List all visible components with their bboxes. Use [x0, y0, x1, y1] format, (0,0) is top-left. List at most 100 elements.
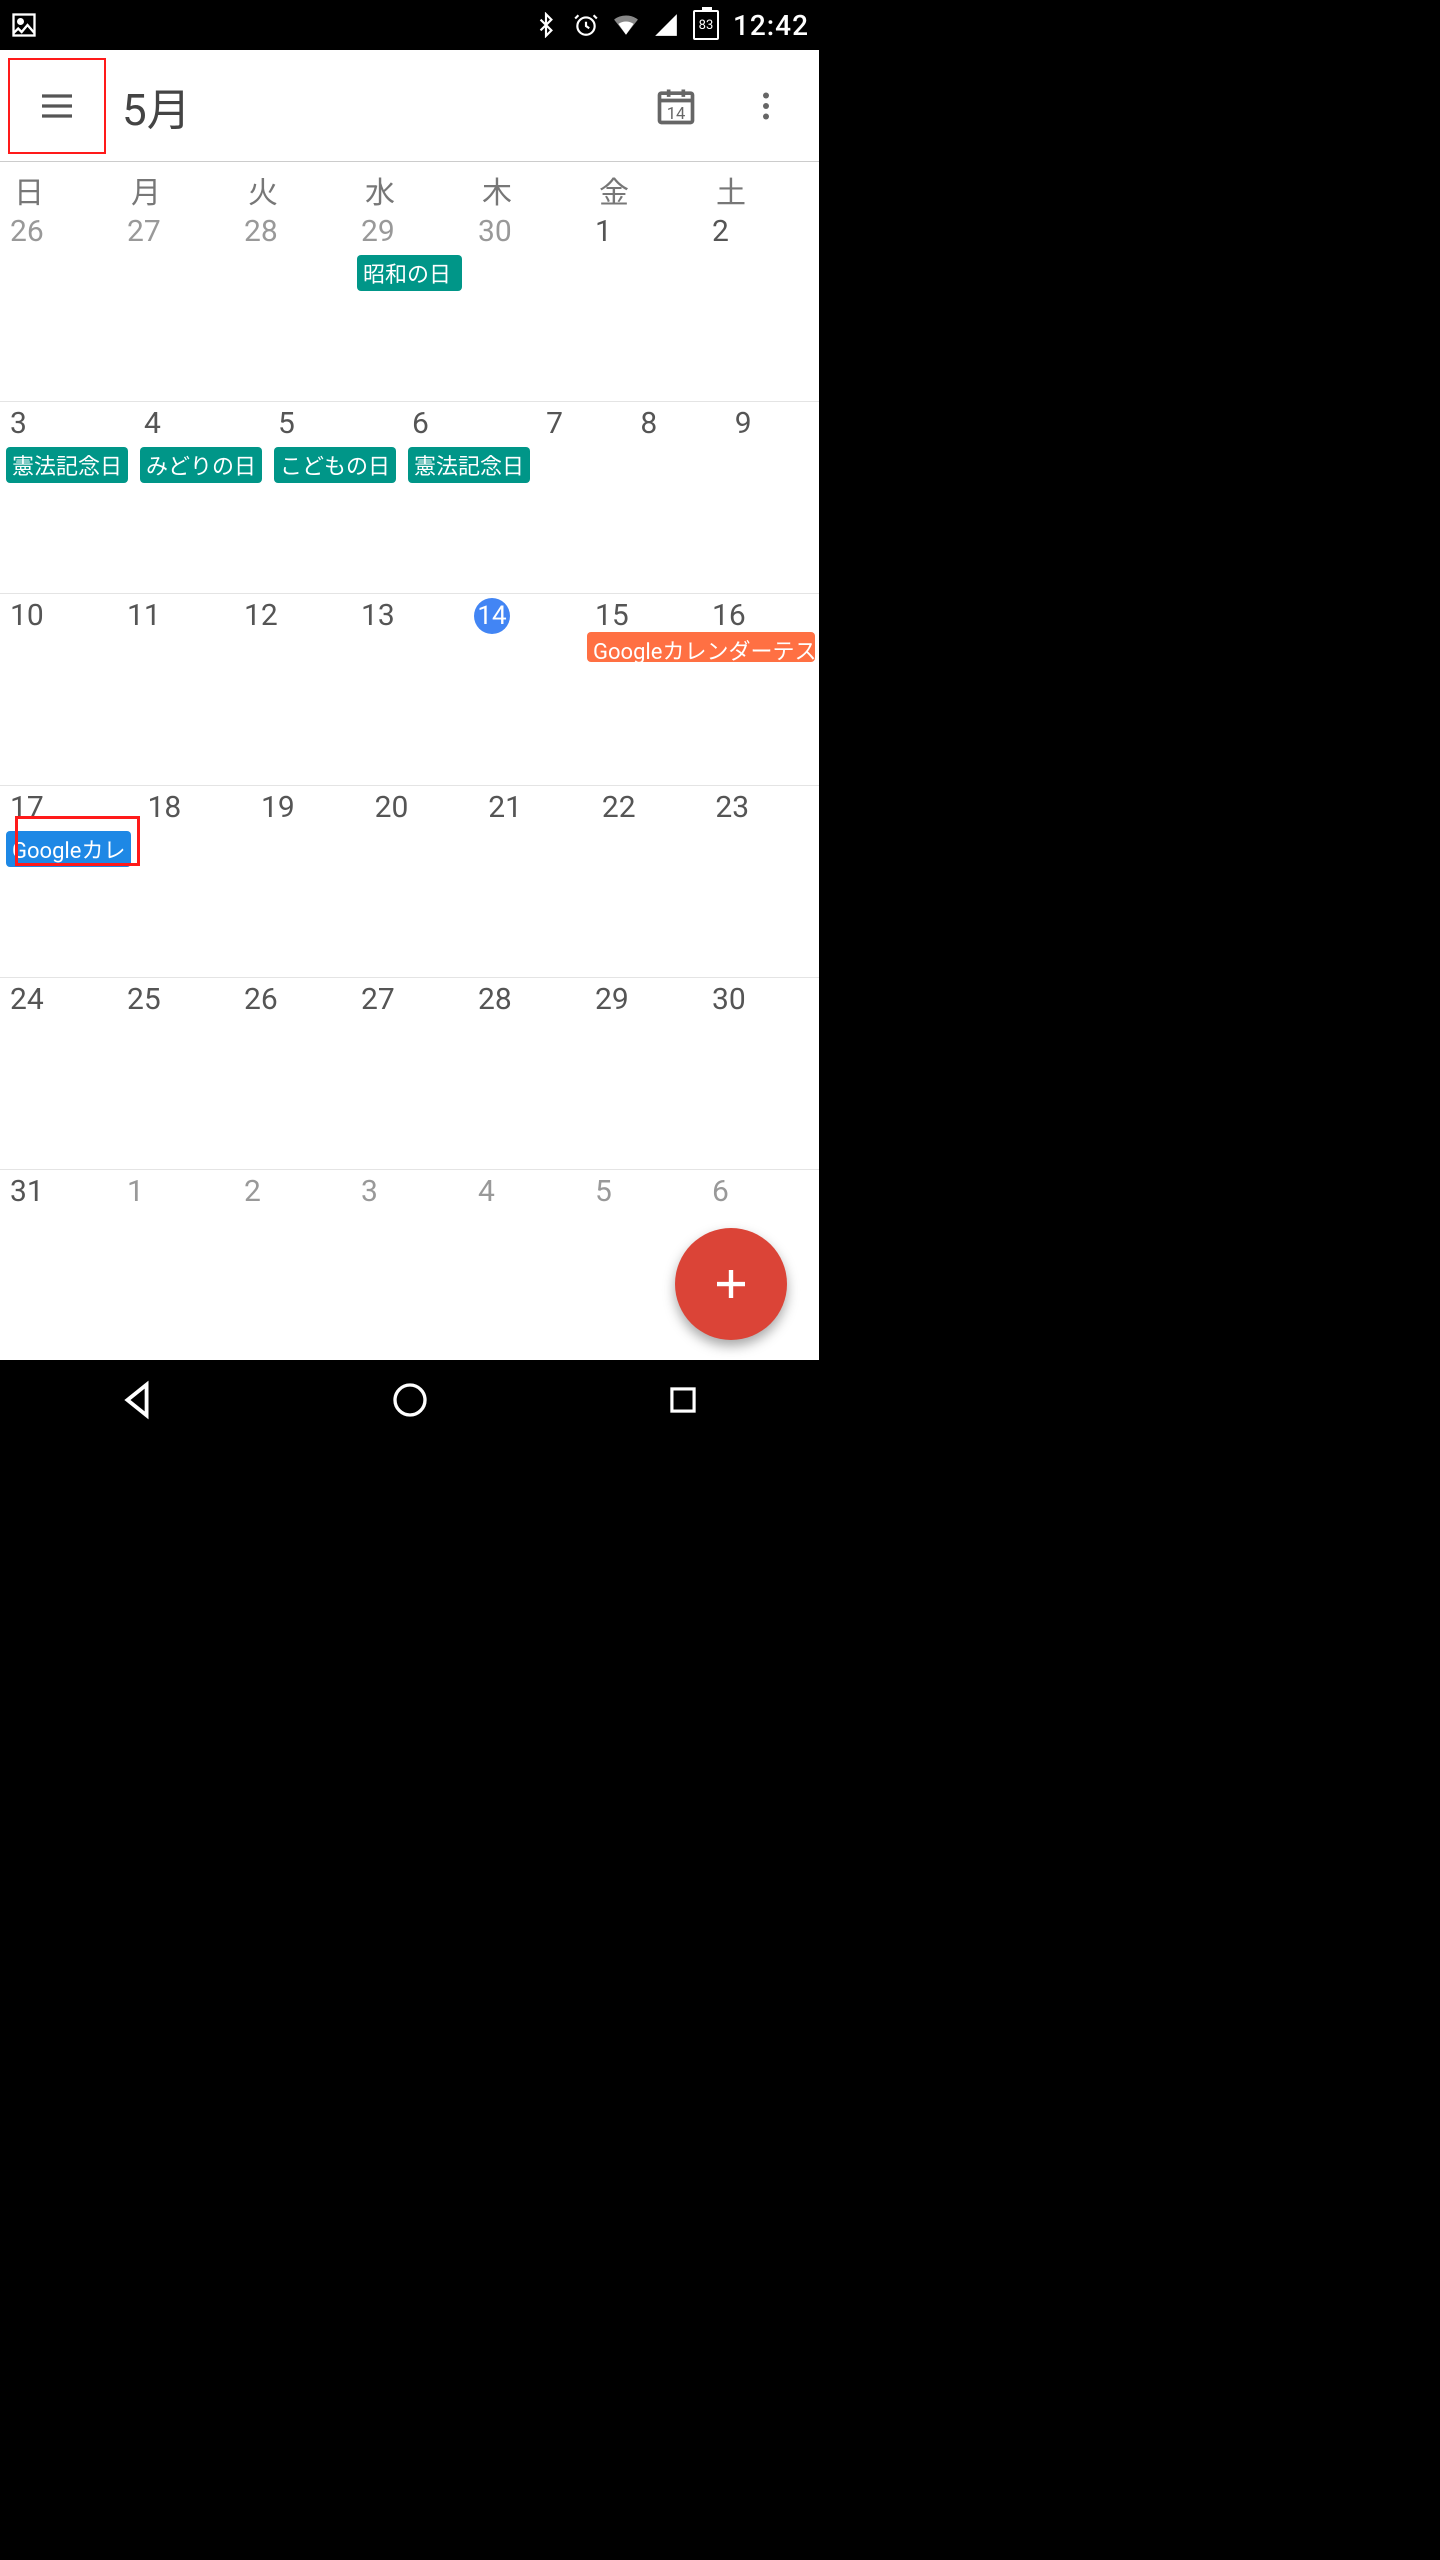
- event-chip[interactable]: こどもの日: [274, 447, 396, 483]
- calendar-day[interactable]: 25: [117, 978, 234, 1169]
- calendar-day[interactable]: 30: [468, 210, 585, 401]
- day-number: 28: [240, 214, 345, 253]
- day-number: 23: [711, 790, 813, 829]
- dow-wed: 水: [351, 162, 468, 210]
- calendar-day[interactable]: 8: [630, 402, 724, 593]
- day-number: 31: [6, 1174, 111, 1213]
- calendar-day[interactable]: 10: [0, 594, 117, 785]
- create-event-fab[interactable]: [675, 1228, 787, 1340]
- day-number: 11: [123, 598, 228, 637]
- calendar-week: 17Googleカレ181920212223: [0, 786, 819, 978]
- menu-button[interactable]: [8, 57, 106, 155]
- alarm-icon: [573, 12, 599, 38]
- weekday-header: 日 月 火 水 木 金 土: [0, 162, 819, 210]
- dow-tue: 火: [234, 162, 351, 210]
- calendar-day[interactable]: 1: [585, 210, 702, 401]
- day-number: 21: [484, 790, 586, 829]
- event-chip[interactable]: 憲法記念日: [6, 447, 128, 483]
- day-number: 6: [408, 406, 530, 445]
- calendar-day[interactable]: 20: [365, 786, 479, 977]
- calendar-day[interactable]: 30: [702, 978, 819, 1169]
- status-time: 12:42: [733, 9, 809, 42]
- calendar-day[interactable]: 3憲法記念日: [0, 402, 134, 593]
- day-number: 2: [708, 214, 813, 253]
- calendar-day[interactable]: 2: [702, 210, 819, 401]
- calendar-day[interactable]: 28: [234, 210, 351, 401]
- day-number: 13: [357, 598, 462, 637]
- calendar-day[interactable]: 11: [117, 594, 234, 785]
- calendar-week: 26272829昭和の日3012: [0, 210, 819, 402]
- day-number: 10: [6, 598, 111, 637]
- calendar-month-view[interactable]: 日 月 火 水 木 金 土 26272829昭和の日30123憲法記念日4みどり…: [0, 162, 819, 1360]
- calendar-day[interactable]: 16: [702, 594, 819, 785]
- calendar-day[interactable]: 28: [468, 978, 585, 1169]
- calendar-day[interactable]: 18: [137, 786, 251, 977]
- calendar-day[interactable]: 26: [0, 210, 117, 401]
- calendar-day[interactable]: 19: [251, 786, 365, 977]
- calendar-day[interactable]: 12: [234, 594, 351, 785]
- calendar-day[interactable]: 26: [234, 978, 351, 1169]
- dow-sun: 日: [0, 162, 117, 210]
- calendar-day[interactable]: 23: [705, 786, 819, 977]
- event-span[interactable]: Googleカレンダーテス: [587, 632, 815, 662]
- dow-sat: 土: [702, 162, 819, 210]
- day-number: 25: [123, 982, 228, 1021]
- bluetooth-icon: [533, 12, 559, 38]
- battery-level: 83: [699, 18, 714, 33]
- back-icon: [114, 1377, 160, 1423]
- nav-recent-button[interactable]: [653, 1370, 713, 1430]
- jump-to-today-button[interactable]: 14: [631, 61, 721, 151]
- calendar-day[interactable]: 1: [117, 1170, 234, 1362]
- day-number: 27: [357, 982, 462, 1021]
- calendar-week: 24 25 26 272829 30: [0, 978, 819, 1170]
- nav-back-button[interactable]: [107, 1370, 167, 1430]
- calendar-day[interactable]: 5こどもの日: [268, 402, 402, 593]
- day-number: 4: [474, 1174, 579, 1213]
- day-number: 9: [731, 406, 813, 445]
- calendar-day[interactable]: 29: [585, 978, 702, 1169]
- calendar-day[interactable]: 17Googleカレ: [0, 786, 137, 977]
- calendar-day[interactable]: 7: [536, 402, 630, 593]
- calendar-day[interactable]: 27: [117, 210, 234, 401]
- event-chip[interactable]: Googleカレ: [6, 831, 131, 867]
- calendar-day[interactable]: 4みどりの日: [134, 402, 268, 593]
- day-number: 30: [708, 982, 813, 1021]
- status-left: [10, 11, 38, 39]
- day-number: 12: [240, 598, 345, 637]
- dow-mon: 月: [117, 162, 234, 210]
- day-number: 14: [474, 598, 510, 634]
- battery-icon: 83: [693, 10, 719, 40]
- calendar-day[interactable]: 27: [351, 978, 468, 1169]
- hamburger-icon: [37, 86, 77, 126]
- day-number: 1: [591, 214, 696, 253]
- calendar-day[interactable]: 31: [0, 1170, 117, 1362]
- calendar-day[interactable]: 2: [234, 1170, 351, 1362]
- nav-home-button[interactable]: [380, 1370, 440, 1430]
- overflow-button[interactable]: [721, 61, 811, 151]
- calendar-today-icon: 14: [654, 84, 698, 128]
- calendar-day[interactable]: 21: [478, 786, 592, 977]
- event-chip[interactable]: みどりの日: [140, 447, 262, 483]
- event-chip[interactable]: 昭和の日: [357, 255, 462, 291]
- day-number: 24: [6, 982, 111, 1021]
- calendar-day[interactable]: 14: [468, 594, 585, 785]
- day-number: 5: [591, 1174, 696, 1213]
- calendar-day[interactable]: 15: [585, 594, 702, 785]
- day-number: 26: [240, 982, 345, 1021]
- day-number: 29: [591, 982, 696, 1021]
- calendar-day[interactable]: 3: [351, 1170, 468, 1362]
- calendar-day[interactable]: 4: [468, 1170, 585, 1362]
- calendar-day[interactable]: 24: [0, 978, 117, 1169]
- event-chip[interactable]: 憲法記念日: [408, 447, 530, 483]
- day-number: 19: [257, 790, 359, 829]
- calendar-day[interactable]: 13: [351, 594, 468, 785]
- month-title[interactable]: 5月: [122, 74, 631, 138]
- day-number: 26: [6, 214, 111, 253]
- calendar-day[interactable]: 6憲法記念日: [402, 402, 536, 593]
- day-number: 6: [708, 1174, 813, 1213]
- status-bar: 83 12:42: [0, 0, 819, 50]
- calendar-day[interactable]: 29昭和の日: [351, 210, 468, 401]
- day-number: 1: [123, 1174, 228, 1213]
- calendar-day[interactable]: 9: [725, 402, 819, 593]
- calendar-day[interactable]: 22: [592, 786, 706, 977]
